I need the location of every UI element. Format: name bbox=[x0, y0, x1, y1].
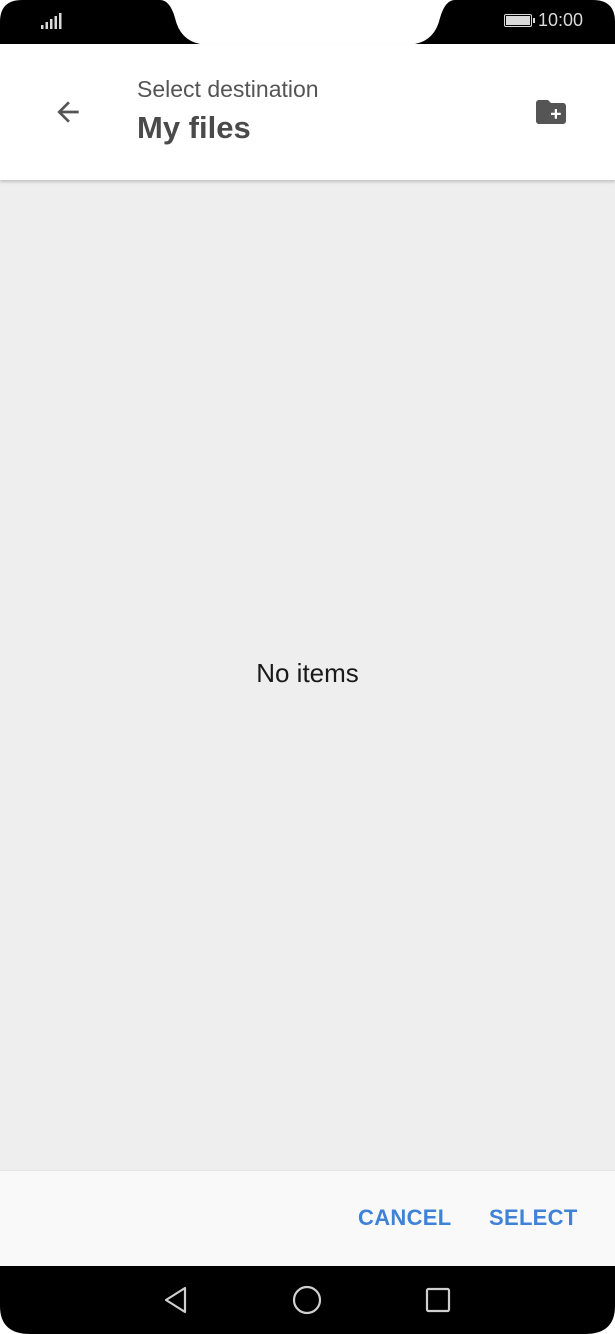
new-folder-button[interactable] bbox=[523, 84, 579, 140]
status-time: 10:00 bbox=[537, 10, 583, 30]
page-title: My files bbox=[137, 110, 251, 145]
screen: 10:00 Select destination My files No ite… bbox=[0, 0, 615, 1334]
cancel-button[interactable]: CANCEL bbox=[358, 1205, 451, 1231]
app-bar: Select destination My files bbox=[0, 44, 615, 180]
nav-home-button[interactable] bbox=[287, 1280, 327, 1320]
nav-recent-button[interactable] bbox=[418, 1280, 458, 1320]
dialog-action-bar: CANCEL SELECT bbox=[0, 1170, 615, 1266]
nav-back-button[interactable] bbox=[156, 1280, 196, 1320]
file-list-area: No items bbox=[0, 180, 615, 1170]
empty-state-message: No items bbox=[256, 658, 359, 688]
select-button[interactable]: SELECT bbox=[489, 1205, 578, 1231]
page-subtitle: Select destination bbox=[137, 76, 319, 102]
signal-bars-icon bbox=[40, 12, 62, 30]
status-bar: 10:00 bbox=[0, 0, 615, 44]
circle-home-icon bbox=[292, 1285, 322, 1315]
back-button[interactable] bbox=[40, 84, 96, 140]
status-right: 10:00 bbox=[503, 10, 583, 31]
battery-icon bbox=[503, 14, 535, 27]
arrow-left-icon bbox=[57, 101, 79, 123]
square-recent-icon bbox=[425, 1287, 451, 1313]
folder-plus-icon bbox=[536, 100, 566, 124]
triangle-back-icon bbox=[164, 1286, 187, 1314]
navigation-bar bbox=[0, 1266, 615, 1334]
